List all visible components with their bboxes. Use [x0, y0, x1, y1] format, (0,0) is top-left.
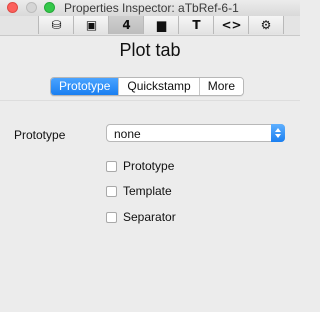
subtab-prototype[interactable]: Prototype	[51, 78, 119, 95]
toolbar-button-note[interactable]: ▣	[73, 16, 109, 34]
subtab-segmented-control: Prototype Quickstamp More	[50, 77, 245, 96]
code-brackets-icon: <>	[221, 18, 242, 32]
text-t-icon: T	[192, 18, 201, 32]
subtab-quickstamp[interactable]: Quickstamp	[118, 78, 199, 95]
prototype-checkbox-label: Prototype	[123, 159, 175, 173]
window-title: Properties Inspector: aTbRef-6-1	[64, 1, 239, 15]
separator-checkbox[interactable]	[106, 211, 117, 223]
toolbar-button-text[interactable]: T	[178, 16, 214, 34]
close-window-button[interactable]	[7, 2, 18, 13]
title-bar: Properties Inspector: aTbRef-6-1	[0, 0, 300, 16]
prototype-select-value: none	[114, 127, 141, 141]
subtab-more[interactable]: More	[198, 78, 244, 95]
template-checkbox-row[interactable]: Template	[106, 184, 172, 198]
gear-icon: ⚙	[260, 18, 272, 32]
stamp-icon: ⛁	[51, 18, 62, 32]
minimize-window-button[interactable]	[26, 2, 37, 13]
separator-checkbox-row[interactable]: Separator	[106, 210, 176, 224]
template-checkbox-label: Template	[123, 184, 172, 198]
inspector-toolbar: ⛁ ▣ 4 ▆ T <> ⚙	[0, 16, 300, 36]
note-icon: ▣	[85, 18, 98, 32]
toolbar-button-stamp[interactable]: ⛁	[38, 16, 74, 34]
prototype-field-label: Prototype	[14, 128, 66, 142]
prototype-checkbox-row[interactable]: Prototype	[106, 159, 174, 173]
window-icon: ▆	[156, 18, 167, 32]
toolbar-button-window[interactable]: ▆	[143, 16, 179, 34]
number-4-icon: 4	[122, 18, 131, 32]
template-checkbox[interactable]	[106, 185, 117, 197]
prototype-select[interactable]: none	[106, 124, 285, 142]
toolbar-button-plot[interactable]: 4	[108, 16, 144, 34]
page-title: Plot tab	[119, 40, 181, 60]
prototype-checkbox[interactable]	[106, 160, 117, 172]
separator-checkbox-label: Separator	[123, 210, 176, 224]
toolbar-button-settings[interactable]: ⚙	[248, 16, 284, 34]
divider	[0, 100, 300, 101]
toolbar-button-code[interactable]: <>	[213, 16, 249, 34]
zoom-window-button[interactable]	[44, 2, 55, 13]
chevron-up-down-icon	[271, 124, 285, 142]
